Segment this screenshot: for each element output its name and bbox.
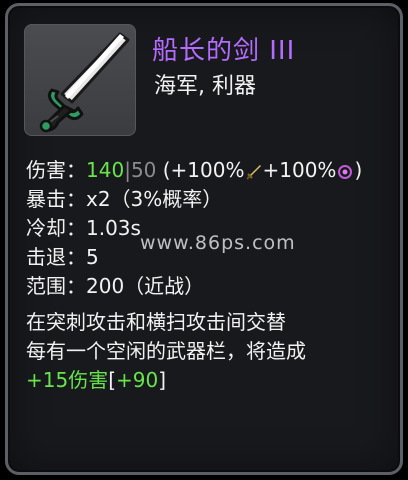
stat-row-range: 范围：200（近战）: [26, 272, 362, 301]
range-value: 200（近战）: [86, 274, 205, 298]
cooldown-label: 冷却：: [26, 216, 86, 240]
watermark-text: www.86ps.com: [140, 232, 296, 254]
damage-label: 伤害：: [26, 158, 86, 182]
knockback-value: 5: [86, 245, 99, 269]
magic-orb-icon: [338, 165, 353, 179]
damage-base: 50: [130, 158, 157, 182]
stat-row-crit: 暴击：x2（3%概率）: [26, 185, 362, 214]
item-description: 在突刺攻击和横扫攻击间交替 每有一个空闲的武器栏，将造成 +15伤害[+90]: [26, 308, 306, 395]
crit-label: 暴击：: [26, 187, 86, 211]
sword-icon: [245, 165, 261, 180]
damage-separator: |: [124, 158, 131, 182]
knockback-label: 击退：: [26, 245, 86, 269]
item-tags: 海军, 利器: [154, 74, 256, 99]
range-label: 范围：: [26, 274, 86, 298]
bonus-damage-text: +15伤害: [26, 368, 109, 392]
cutlass-sword-icon: [39, 32, 130, 133]
item-name: 船长的剑 III: [152, 36, 296, 66]
damage-bonus-mid: +100%: [262, 158, 337, 182]
bonus-damage-value: +90: [116, 368, 159, 392]
item-tooltip: 船长的剑 III 海军, 利器 伤害：140|50 (+100% +100%) 暴…: [5, 3, 403, 475]
cooldown-value: 1.03s: [86, 216, 141, 240]
bonus-bracket-close: ]: [158, 368, 167, 392]
damage-bonus-open: (+100%: [162, 158, 245, 182]
stats-list: 伤害：140|50 (+100% +100%) 暴击：x2（3%概率） 冷却：1.…: [26, 156, 362, 301]
damage-bonus-close: ): [354, 158, 363, 182]
damage-value: 140: [86, 158, 125, 182]
description-line-3: +15伤害[+90]: [26, 366, 306, 395]
description-line-2: 每有一个空闲的武器栏，将造成: [26, 339, 306, 363]
description-line-1: 在突刺攻击和横扫攻击间交替: [26, 310, 286, 334]
crit-value: x2（3%概率）: [86, 187, 223, 211]
bonus-bracket-open: [: [108, 368, 117, 392]
item-icon-frame: [24, 24, 136, 136]
stat-row-damage: 伤害：140|50 (+100% +100%): [26, 156, 362, 185]
